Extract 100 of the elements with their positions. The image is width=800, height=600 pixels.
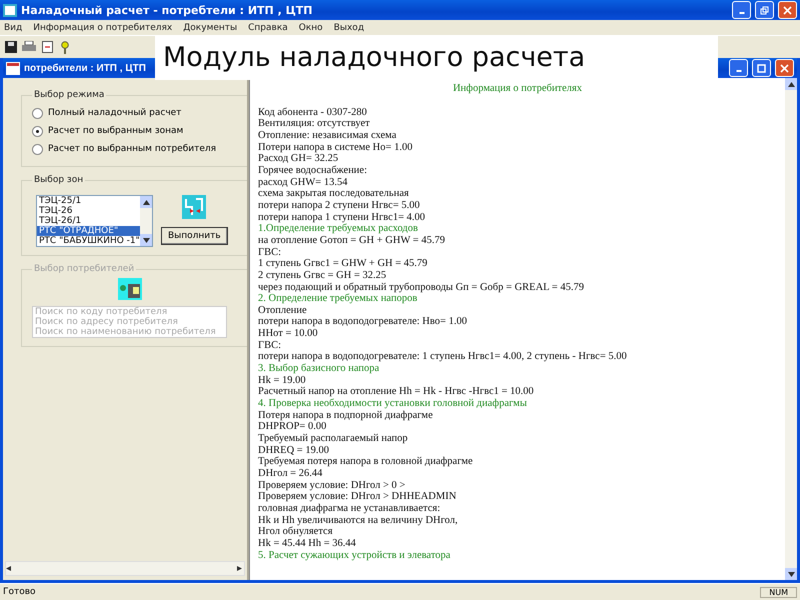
network-diagram-icon	[182, 195, 206, 219]
report-line: Отопление: независимая схема	[258, 130, 398, 142]
section-heading: 3. Выбор базисного напора	[258, 363, 380, 375]
num-lock-indicator: NUM	[760, 586, 797, 598]
radio-option[interactable]: Полный наладочный расчет	[32, 104, 247, 122]
close-icon	[780, 64, 789, 72]
list-item[interactable]: РТС "ОТРАДНОЕ"	[37, 226, 140, 236]
group-title: Выбор потребителей	[33, 264, 136, 274]
menu-item[interactable]: Справка	[248, 22, 288, 32]
report-line: Отопление	[258, 304, 308, 316]
report-line: Проверяем условие: DHгол > 0 >	[258, 480, 406, 492]
list-item[interactable]: ТЭЦ-25/1	[37, 196, 140, 206]
printer-icon	[22, 41, 36, 53]
menu-item[interactable]: Документы	[183, 22, 238, 32]
radio-label: Полный наладочный расчет	[48, 108, 182, 118]
menu-item[interactable]: Вид	[4, 22, 22, 32]
scroll-up-icon[interactable]	[142, 200, 150, 204]
close-button[interactable]	[775, 59, 794, 77]
report-line: ГВС:	[258, 246, 282, 258]
report-line: DHгол = 26.44	[258, 468, 324, 480]
minimize-icon	[738, 12, 744, 14]
report-line: Вентиляция: отсутствует	[258, 118, 371, 130]
scrollbar[interactable]	[140, 196, 152, 246]
menu-item[interactable]: Окно	[298, 22, 323, 32]
child-window-title: потребители : ИТП , ЦТП	[24, 62, 147, 74]
list-item[interactable]: ТЭЦ-26/1	[37, 216, 140, 226]
help-icon	[61, 40, 69, 54]
report-line: потери напора в водоподогревателе: Hво= 1.00	[258, 316, 468, 328]
window-icon	[6, 62, 20, 74]
report-line: Потеря напора в подпорной диафрагме	[258, 410, 434, 422]
report-line: расход GHW= 13.54	[258, 176, 348, 188]
report-line: головная диафрагма не устанавливается:	[258, 502, 442, 515]
restore-icon	[760, 6, 769, 14]
minimize-button[interactable]	[732, 1, 751, 19]
radio-button[interactable]	[32, 144, 43, 154]
report-line: потери напора 1 ступени Hгвс1= 4.00	[258, 212, 426, 224]
close-icon	[783, 6, 792, 14]
status-text: Готово	[3, 587, 37, 597]
report-line: Hk и Hh увеличиваются на величину DHгол,	[258, 514, 459, 526]
report-line: Hk = 19.00	[258, 374, 307, 386]
radio-button[interactable]	[32, 108, 43, 118]
radio-label: Расчет по выбранным зонам	[48, 126, 184, 136]
close-button[interactable]	[778, 1, 797, 19]
report-line: DHPROP= 0.00	[258, 421, 328, 434]
report-line: 1 ступень Gгвс1 = GHW + GH = 45.79	[258, 258, 428, 270]
toolbar-button[interactable]	[4, 40, 18, 54]
list-item[interactable]: РТС "БАБУШКИНО -1"	[37, 236, 140, 246]
report-line: Проверяем условие: DHгол > DHHEADMIN	[258, 491, 458, 503]
report-line: Требуемый располагаемый напор	[258, 433, 409, 445]
save-icon	[5, 41, 17, 53]
document-icon	[42, 41, 52, 53]
report-line: Нгол обнуляется	[258, 526, 334, 538]
scrollbar[interactable]	[785, 78, 797, 580]
list-item[interactable]: ТЭЦ-26	[37, 206, 140, 216]
radio-button[interactable]	[32, 126, 43, 136]
report-line: Потери напора в системе Ho= 1.00	[258, 142, 414, 154]
scroll-right-icon[interactable]	[237, 566, 244, 571]
report-line: на отопление Gотоп = GH + GHW = 45.79	[258, 234, 446, 247]
maximize-icon	[757, 64, 766, 72]
report-line: схема закрытая последовательная	[258, 188, 410, 200]
section-heading: 4. Проверка необходимости установки головной диафрагмы	[258, 398, 528, 410]
scroll-down-icon[interactable]	[788, 572, 794, 576]
section-heading: 5. Расчет сужающих устройств и элеватора	[258, 550, 452, 562]
report-line: HHот = 10.00	[258, 328, 319, 340]
execute-button[interactable]: Выполнить	[161, 227, 228, 245]
report-line: Расход GH= 32.25	[258, 153, 340, 165]
menu-item[interactable]: Выход	[334, 22, 364, 32]
banner-title: Модуль наладочного расчета	[155, 35, 718, 80]
app-icon	[3, 4, 17, 16]
report-line: Расчетный напор на отопление Hh = Hk - Hгвс -Hгвс1 = 10.00	[258, 386, 535, 398]
horizontal-scrollbar[interactable]	[5, 561, 245, 576]
maximize-button[interactable]	[752, 59, 771, 77]
radio-label: Расчет по выбранным потребителя	[48, 144, 216, 154]
scroll-down-icon[interactable]	[142, 238, 150, 242]
section-heading: 2. Определение требуемых напоров	[258, 293, 418, 305]
report-line: Hk = 45.44 Hh = 36.44	[258, 538, 357, 550]
section-heading: 1.Определение требуемых расходов	[258, 223, 419, 235]
radio-option[interactable]: Расчет по выбранным потребителя	[32, 140, 247, 158]
report-line: через подающий и обратный трубопроводы Gп = Gобр = GREAL = 45.79	[258, 282, 585, 294]
menu-item[interactable]: Информация о потребителях	[33, 22, 172, 32]
scroll-up-icon[interactable]	[788, 82, 794, 86]
report-line: Требуемая потеря напора в головной диафрагме	[258, 456, 474, 468]
toolbar-button[interactable]	[40, 40, 54, 54]
group-title: Выбор режима	[33, 90, 106, 100]
report-line: потери напора 2 ступени Hгвс= 5.00	[258, 200, 421, 212]
radio-option[interactable]: Расчет по выбранным зонам	[32, 122, 247, 140]
toolbar-button[interactable]	[22, 40, 36, 54]
report-line: 2 ступень Gгвс = GH = 32.25	[258, 270, 388, 282]
minimize-icon	[736, 70, 742, 72]
report-line: Горячее водоснабжение:	[258, 164, 368, 177]
restore-button[interactable]	[755, 1, 774, 19]
report-line: потери напора в водоподогревателе: 1 ступень Hгвс1= 4.00, 2 ступень - Hгвс= 5.00	[258, 351, 628, 364]
report-line: DHREQ = 19.00	[258, 444, 330, 456]
window-title: Наладочный расчет - потребтели : ИТП , ЦТП	[21, 4, 314, 16]
group-title: Выбор зон	[33, 175, 84, 185]
minimize-button[interactable]	[729, 59, 748, 77]
report-title: Информация о потребителях	[452, 83, 584, 95]
scroll-left-icon[interactable]	[6, 566, 13, 571]
report-line: Код абонента - 0307-280	[258, 106, 368, 118]
report-line: ГВС:	[258, 340, 282, 352]
